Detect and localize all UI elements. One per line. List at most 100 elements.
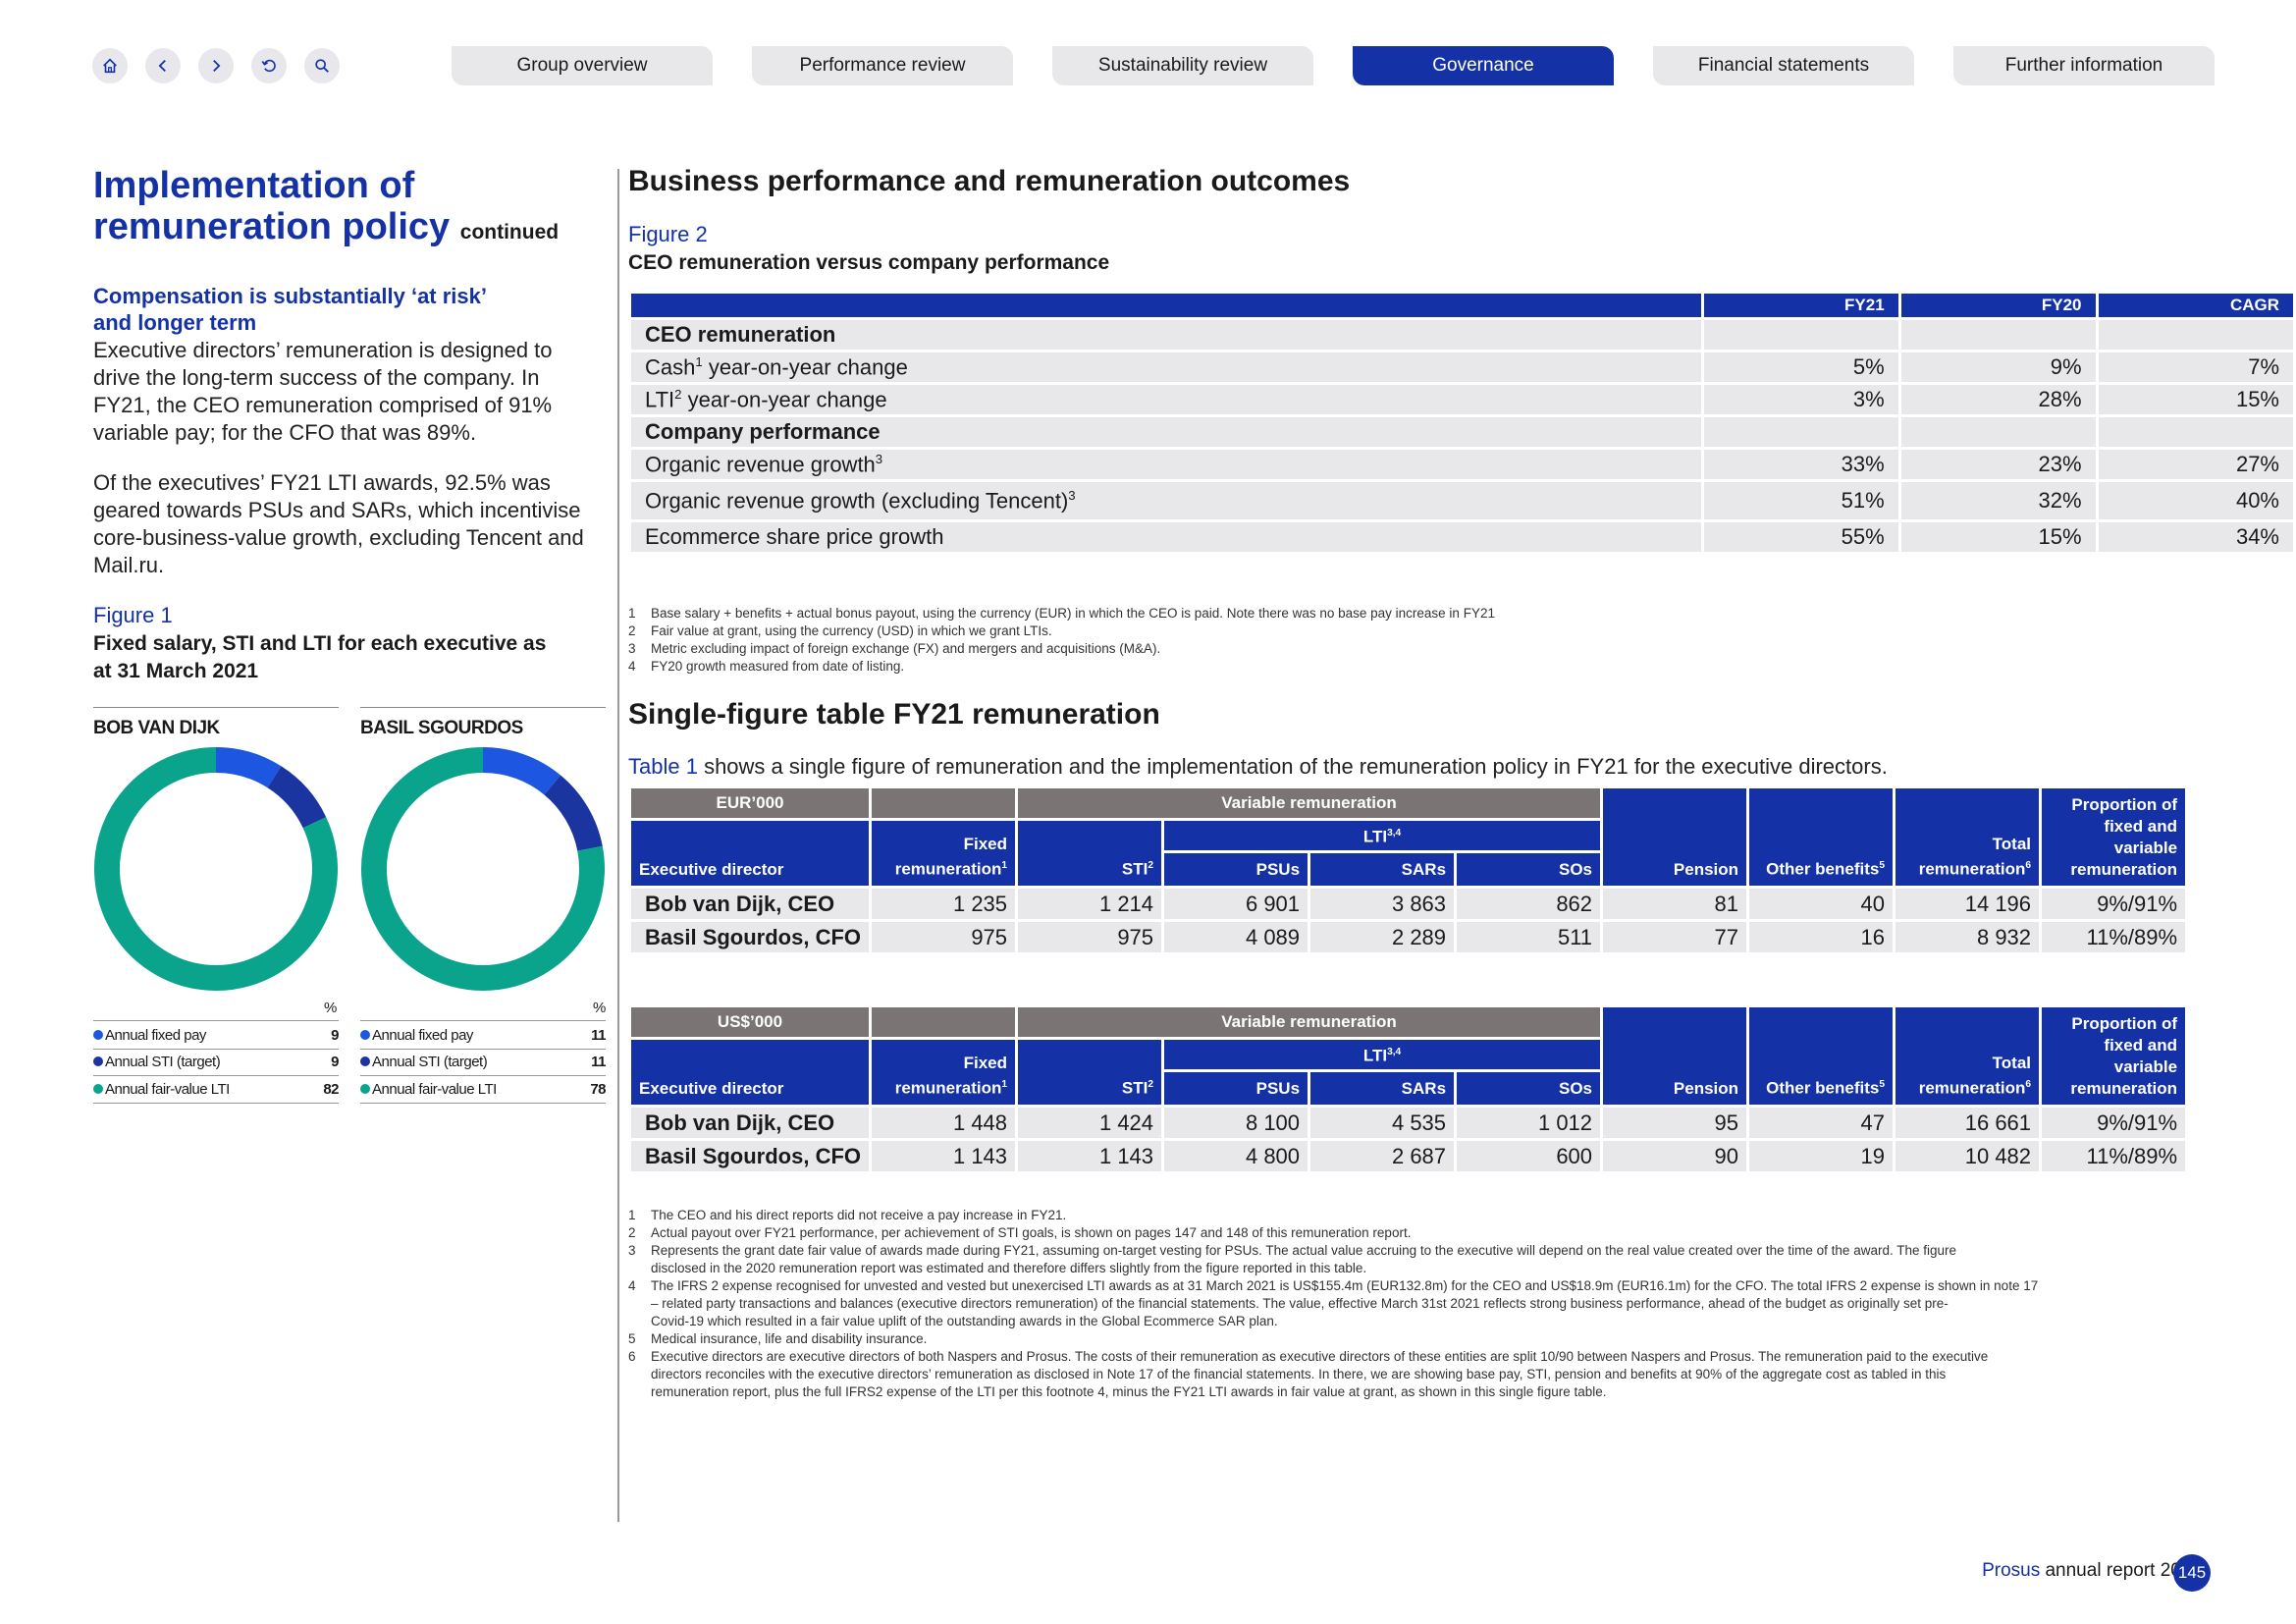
footnote-ref: 5: [1879, 1079, 1886, 1091]
intro-text: shows a single figure of remuneration an…: [697, 754, 1888, 779]
footnote-number: 2: [628, 1225, 636, 1240]
exec-name-basil: BASIL SGOURDOS: [360, 707, 606, 739]
figure-1-title-line2: at 31 March 2021: [93, 660, 259, 682]
footnote-ref: 3: [1068, 487, 1076, 503]
tab-further-information[interactable]: Further information: [1953, 46, 2215, 85]
donut-chart-basil: [361, 747, 605, 991]
page-title: Implementation of remuneration policy co…: [93, 165, 604, 253]
row-label: Company performance: [631, 417, 1701, 447]
footnote-number: 5: [628, 1331, 636, 1346]
header-fixed: Fixed remuneration1: [872, 1040, 1016, 1105]
undo-icon[interactable]: [251, 48, 287, 83]
header-total: Total remuneration6: [1896, 788, 2040, 886]
header-row-1: US$’000 Variable remuneration Pension Ot…: [631, 1007, 2186, 1105]
header-sos: SOs: [1457, 853, 1601, 886]
table-row: Basil Sgourdos, CFO 1 143 1 143 4 800 2 …: [631, 1141, 2186, 1171]
footnote-number: 2: [628, 623, 636, 638]
exec-name-bob: BOB VAN DIJK: [93, 707, 339, 739]
header-fixed-line2: remuneration: [894, 1079, 1002, 1098]
legend-dot: [360, 1030, 370, 1040]
cell: [1900, 320, 2096, 350]
footnote-ref: 6: [2025, 1079, 2032, 1091]
tab-group-overview[interactable]: Group overview: [452, 46, 713, 85]
footnote: 3 Metric excluding impact of foreign exch…: [628, 640, 2218, 658]
footnote-ref: 3: [875, 451, 883, 466]
footnote-ref: 6: [2025, 860, 2032, 872]
cell: 8 932: [1896, 922, 2040, 952]
legend-row: Annual fixed pay 11: [360, 1020, 606, 1050]
footnote-number: 3: [628, 1243, 636, 1258]
row-label: Organic revenue growth3: [631, 450, 1701, 479]
header-psus: PSUs: [1164, 1072, 1308, 1105]
legend-value: 9: [331, 1053, 339, 1070]
header-prop-line: fixed and: [2104, 817, 2178, 836]
header-fixed-line1: Fixed: [963, 1054, 1008, 1073]
header-total: Total remuneration6: [1896, 1007, 2040, 1105]
figure-1-title: Fixed salary, STI and LTI for each execu…: [93, 630, 614, 685]
tab-performance-review[interactable]: Performance review: [752, 46, 1013, 85]
header-sti: STI2: [1018, 821, 1162, 886]
tab-governance[interactable]: Governance: [1353, 46, 1614, 85]
cell: 23%: [1900, 450, 2096, 479]
header-proportion: Proportion of fixed and variable remunerati…: [2042, 788, 2186, 886]
footnote-text: Metric excluding impact of foreign excha…: [651, 641, 1161, 656]
search-icon[interactable]: [304, 48, 340, 83]
cell: 5%: [1703, 352, 1898, 382]
cell: 95: [1603, 1108, 1747, 1138]
left-paragraph-1: Executive directors’ remuneration is des…: [93, 337, 614, 447]
header-prop-line: variable: [2113, 839, 2178, 857]
legend-row: Annual STI (target) 11: [360, 1048, 606, 1076]
header-sos: SOs: [1457, 1072, 1601, 1105]
tab-sustainability-review[interactable]: Sustainability review: [1052, 46, 1313, 85]
cell: 2 289: [1310, 922, 1455, 952]
footnote-text: Represents the grant date fair value of …: [651, 1243, 1957, 1258]
cell: 16 661: [1896, 1108, 2040, 1138]
header-prop-line: variable: [2113, 1057, 2178, 1076]
table-1-link[interactable]: Table 1: [628, 754, 698, 779]
forward-icon[interactable]: [198, 48, 234, 83]
header-variable-remuneration: Variable remuneration: [1018, 788, 1601, 818]
legend-row: Annual fair-value LTI 82: [93, 1075, 339, 1104]
footnote-text: Medical insurance, life and disability i…: [651, 1331, 928, 1346]
cell: 862: [1457, 889, 1601, 919]
cell: 8 100: [1164, 1108, 1308, 1138]
tab-financial-statements[interactable]: Financial statements: [1653, 46, 1914, 85]
cell: 16: [1749, 922, 1894, 952]
home-icon[interactable]: [92, 48, 128, 83]
legend-dot: [93, 1084, 103, 1094]
row-label: CEO remuneration: [631, 320, 1701, 350]
cell: 32%: [1900, 482, 2096, 519]
donut-chart-bob: [94, 747, 338, 991]
cell: 1 235: [872, 889, 1016, 919]
page-title-line1: Implementation of: [93, 165, 415, 206]
pct-label: %: [593, 1000, 607, 1016]
footer: Prosus annual report 2021: [1982, 1560, 2202, 1582]
cell: 19: [1749, 1141, 1894, 1171]
header-fixed-line1: Fixed: [963, 835, 1008, 854]
left-subheading: Compensation is substantially ‘at risk’ …: [93, 283, 604, 336]
single-figure-footnotes: 1 The CEO and his direct reports did not …: [628, 1207, 2218, 1401]
legend-row: Annual STI (target) 9: [93, 1048, 339, 1076]
footnote-text: The IFRS 2 expense recognised for unvest…: [651, 1278, 2039, 1293]
header-prop-line: Proportion of: [2071, 795, 2178, 814]
header-other-text: Other benefits: [1766, 1079, 1880, 1098]
footnote-number: 4: [628, 659, 636, 674]
back-icon[interactable]: [145, 48, 181, 83]
table-row: Ecommerce share price growth 55% 15% 34%: [631, 522, 2293, 552]
cell: 90: [1603, 1141, 1747, 1171]
para1-line: FY21, the CEO remuneration comprised of …: [93, 393, 553, 417]
legend-label: Annual STI (target): [372, 1053, 488, 1070]
figure-1-title-line1: Fixed salary, STI and LTI for each execu…: [93, 632, 547, 655]
legend-dot: [93, 1030, 103, 1040]
footnote: 1 Base salary + benefits + actual bonus p…: [628, 605, 2218, 623]
row-label-text: Company performance: [645, 419, 881, 444]
cell: 10 482: [1896, 1141, 2040, 1171]
header-executive-director: Executive director: [631, 1040, 870, 1105]
footnote-number: 1: [628, 606, 636, 621]
cell: 51%: [1703, 482, 1898, 519]
header-cagr: CAGR: [2098, 294, 2293, 317]
para2-line: geared towards PSUs and SARs, which ince…: [93, 498, 581, 522]
table-header-row: FY21 FY20 CAGR: [631, 294, 2293, 317]
table-row: Organic revenue growth (excluding Tencen…: [631, 482, 2293, 519]
footnote-text: Fair value at grant, using the currency …: [651, 623, 1052, 638]
